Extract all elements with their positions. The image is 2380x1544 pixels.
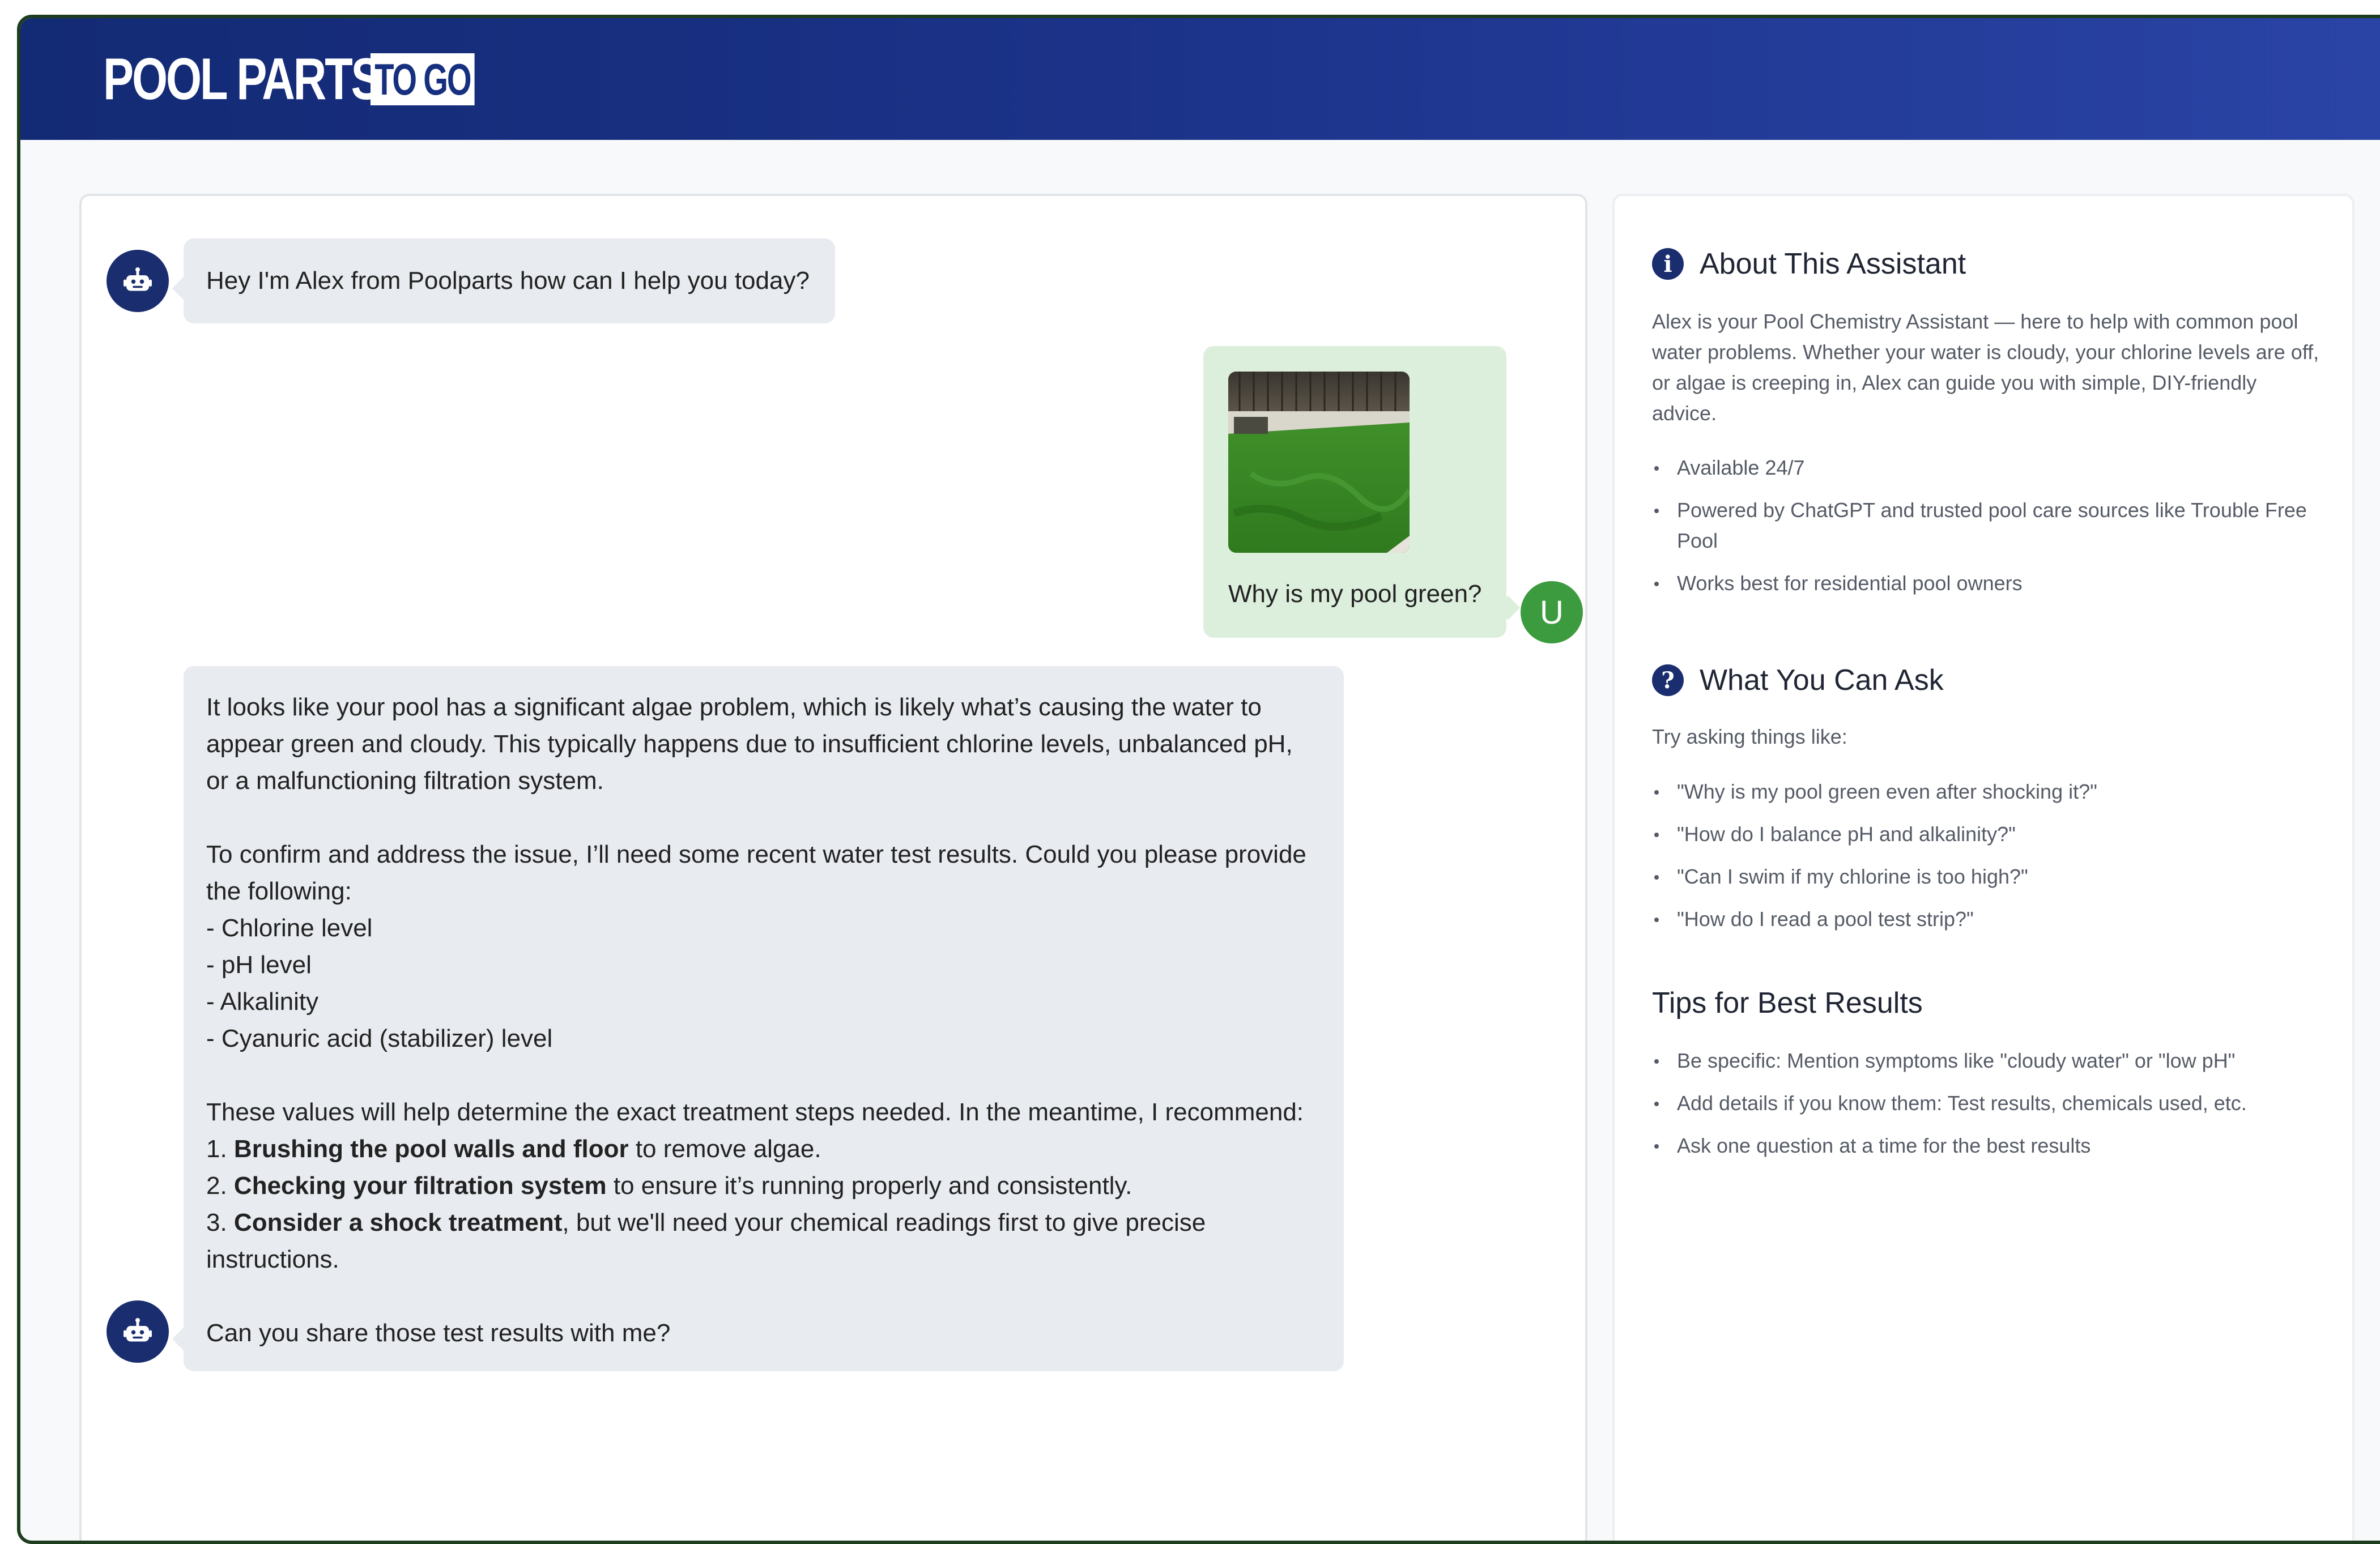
- about-title: About This Assistant: [1700, 248, 1966, 280]
- reply-list-item: - Cyanuric acid (stabilizer) level: [206, 1025, 553, 1052]
- list-item: Add details if you know them: Test resul…: [1652, 1088, 2326, 1119]
- tips-title: Tips for Best Results: [1652, 987, 1923, 1020]
- list-item: Ask one question at a time for the best …: [1652, 1131, 2326, 1161]
- reply-paragraph: To confirm and address the issue, I’ll n…: [206, 836, 1321, 1057]
- tips-heading: Tips for Best Results: [1652, 986, 1923, 1020]
- ask-list: "Why is my pool green even after shockin…: [1652, 777, 2326, 946]
- robot-icon: [124, 1318, 152, 1342]
- reply-list-item: - Chlorine level: [206, 914, 373, 942]
- bot-message-greeting: Hey I'm Alex from Poolparts how can I he…: [184, 238, 835, 323]
- reply-paragraph: It looks like your pool has a significan…: [206, 693, 1293, 795]
- ask-description: Try asking things like:: [1652, 725, 1847, 748]
- bot-message-reply: It looks like your pool has a significan…: [184, 666, 1344, 1371]
- list-item: Powered by ChatGPT and trusted pool care…: [1652, 495, 2326, 556]
- ask-title: What You Can Ask: [1700, 664, 1944, 697]
- user-avatar: U: [1521, 581, 1583, 643]
- about-description: Alex is your Pool Chemistry Assistant — …: [1652, 310, 2319, 425]
- list-item: "Can I swim if my chlorine is too high?": [1652, 861, 2326, 892]
- list-item: Be specific: Mention symptoms like "clou…: [1652, 1046, 2326, 1076]
- user-message-text: Why is my pool green?: [1228, 580, 1482, 608]
- ask-heading: ? What You Can Ask: [1652, 663, 1944, 697]
- reply-step: 1. Brushing the pool walls and floor to …: [206, 1135, 821, 1163]
- reply-step: 3. Consider a shock treatment, but we'll…: [206, 1209, 1206, 1273]
- info-icon: i: [1652, 248, 1684, 280]
- reply-paragraph: These values will help determine the exa…: [206, 1094, 1321, 1278]
- reply-step: 2. Checking your filtration system to en…: [206, 1172, 1132, 1200]
- list-item: "How do I balance pH and alkalinity?": [1652, 819, 2326, 850]
- reply-list-item: - pH level: [206, 951, 312, 979]
- app-window: POOL PARTS TO GO Hey I'm Alex from Poolp…: [17, 15, 2380, 1544]
- question-icon: ?: [1652, 664, 1684, 696]
- info-sidebar: i About This Assistant Alex is your Pool…: [1612, 194, 2355, 1541]
- robot-icon: [124, 267, 152, 291]
- bot-avatar: [107, 250, 169, 312]
- about-heading: i About This Assistant: [1652, 247, 1966, 281]
- pool-photo[interactable]: [1228, 372, 1410, 553]
- list-item: Works best for residential pool owners: [1652, 568, 2326, 599]
- brand-tag: TO GO: [371, 53, 475, 105]
- site-header: POOL PARTS TO GO: [20, 18, 2380, 140]
- bot-avatar: [107, 1300, 169, 1363]
- reply-intro: These values will help determine the exa…: [206, 1098, 1304, 1126]
- reply-list-item: - Alkalinity: [206, 988, 319, 1016]
- about-list: Available 24/7 Powered by ChatGPT and tr…: [1652, 453, 2326, 611]
- reply-closing: Can you share those test results with me…: [206, 1319, 671, 1347]
- greeting-text: Hey I'm Alex from Poolparts how can I he…: [206, 267, 810, 295]
- brand-logo[interactable]: POOL PARTS TO GO: [103, 45, 515, 113]
- list-item: Available 24/7: [1652, 453, 2326, 483]
- list-item: "Why is my pool green even after shockin…: [1652, 777, 2326, 807]
- tips-list: Be specific: Mention symptoms like "clou…: [1652, 1046, 2326, 1173]
- reply-intro: To confirm and address the issue, I’ll n…: [206, 841, 1306, 905]
- brand-name: POOL PARTS: [103, 46, 382, 112]
- chat-panel: Hey I'm Alex from Poolparts how can I he…: [79, 194, 1587, 1541]
- list-item: "How do I read a pool test strip?": [1652, 904, 2326, 935]
- green-pool-image: [1228, 372, 1410, 553]
- user-message: Why is my pool green?: [1203, 346, 1506, 638]
